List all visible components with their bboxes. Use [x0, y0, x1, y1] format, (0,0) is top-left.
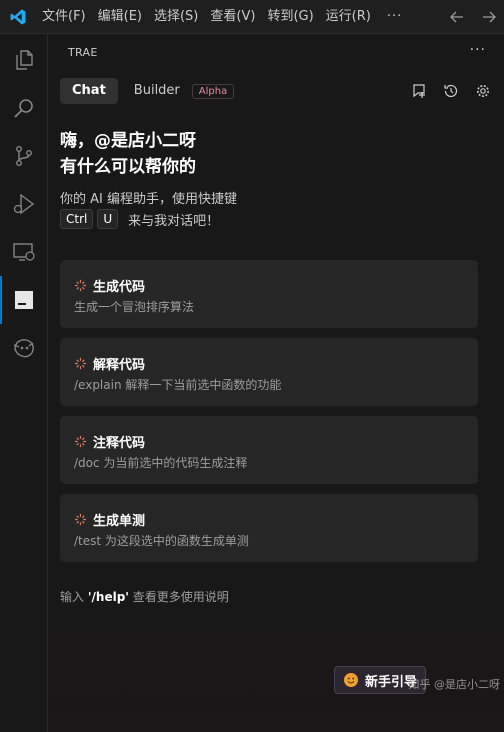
shortcut-suffix: 来与我对话吧！: [128, 213, 220, 229]
menu-bar: 文件(F) 编辑(E) 选择(S) 查看(V) 转到(G) 运行(R) ···: [36, 0, 412, 34]
greeting-line-1: 嗨，@是店小二呀: [60, 131, 196, 151]
panel-more-button[interactable]: ···: [470, 42, 486, 58]
suggestion-card-comment[interactable]: 注释代码 /doc 为当前选中的代码生成注释: [60, 416, 478, 484]
key-u: U: [97, 209, 119, 229]
key-ctrl: Ctrl: [60, 209, 94, 229]
tab-chat[interactable]: Chat: [60, 78, 118, 104]
card-title-wrap: 解释代码: [74, 354, 145, 373]
settings-gear-icon[interactable]: [474, 82, 492, 100]
sparkle-icon: [74, 435, 87, 448]
card-title-wrap: 生成代码: [74, 276, 145, 295]
tab-builder[interactable]: Builder: [124, 78, 190, 104]
watermark: 知乎 @是店小二呀: [408, 678, 501, 691]
suggestion-card-unit-test[interactable]: 生成单测 /test 为这段选中的函数生成单测: [60, 494, 478, 562]
card-description: 生成一个冒泡排序算法: [74, 300, 195, 314]
run-debug-icon[interactable]: [0, 180, 48, 228]
menu-go[interactable]: 转到(G): [261, 0, 319, 34]
remote-explorer-icon[interactable]: [0, 228, 48, 276]
search-icon[interactable]: [0, 84, 48, 132]
greeting: 嗨，@是店小二呀 有什么可以帮你的: [60, 128, 196, 180]
new-chat-icon[interactable]: [410, 82, 428, 100]
navigation-arrows: [448, 0, 498, 34]
card-title: 解释代码: [93, 358, 146, 373]
back-arrow-icon[interactable]: [448, 8, 466, 26]
card-description: /test 为这段选中的函数生成单测: [74, 534, 249, 548]
card-title-wrap: 注释代码: [74, 432, 145, 451]
help-command: '/help': [87, 590, 129, 604]
mode-tabs: Chat Builder Alpha: [60, 78, 235, 104]
suggestion-card-generate[interactable]: 生成代码 生成一个冒泡排序算法: [60, 260, 478, 328]
chat-toolbar: [410, 82, 492, 100]
help-hint: 输入 '/help' 查看更多使用说明: [60, 588, 229, 605]
title-bar: 文件(F) 编辑(E) 选择(S) 查看(V) 转到(G) 运行(R) ···: [0, 0, 504, 34]
alpha-badge: Alpha: [191, 83, 235, 99]
sparkle-icon: [74, 513, 87, 526]
card-title: 注释代码: [93, 436, 146, 451]
card-description: /doc 为当前选中的代码生成注释: [74, 456, 248, 470]
menu-more-button[interactable]: ···: [377, 9, 412, 24]
card-title: 生成代码: [93, 280, 146, 295]
panel-title: TRAE: [68, 46, 98, 59]
explorer-icon[interactable]: [0, 36, 48, 84]
sparkle-icon: [74, 279, 87, 292]
extension-mascot-icon[interactable]: [0, 324, 48, 372]
trae-chat-panel: TRAE ··· Chat Builder Alpha 嗨，@是店小二呀 有什么…: [48, 34, 504, 732]
vscode-logo-icon: [0, 0, 36, 34]
menu-edit[interactable]: 编辑(E): [92, 0, 148, 34]
intro-text: 你的 AI 编程助手，使用快捷键: [60, 192, 237, 207]
sparkle-icon: [74, 357, 87, 370]
menu-view[interactable]: 查看(V): [204, 0, 261, 34]
suggestion-card-explain[interactable]: 解释代码 /explain 解释一下当前选中函数的功能: [60, 338, 478, 406]
active-indicator: [0, 276, 2, 324]
menu-selection[interactable]: 选择(S): [148, 0, 204, 34]
help-prefix: 输入: [60, 590, 85, 604]
greeting-line-2: 有什么可以帮你的: [60, 157, 196, 177]
trae-ai-icon[interactable]: [0, 276, 48, 324]
history-icon[interactable]: [442, 82, 460, 100]
source-control-icon[interactable]: [0, 132, 48, 180]
card-description: /explain 解释一下当前选中函数的功能: [74, 378, 282, 392]
shortcut-hint: Ctrl U 来与我对话吧！: [60, 209, 219, 229]
menu-file[interactable]: 文件(F): [36, 0, 92, 34]
smiley-icon: [343, 673, 358, 687]
menu-run[interactable]: 运行(R): [320, 0, 377, 34]
card-title-wrap: 生成单测: [74, 510, 145, 529]
help-suffix: 查看更多使用说明: [132, 590, 229, 604]
activity-bar: [0, 34, 48, 732]
card-title: 生成单测: [93, 514, 146, 529]
forward-arrow-icon[interactable]: [480, 8, 498, 26]
